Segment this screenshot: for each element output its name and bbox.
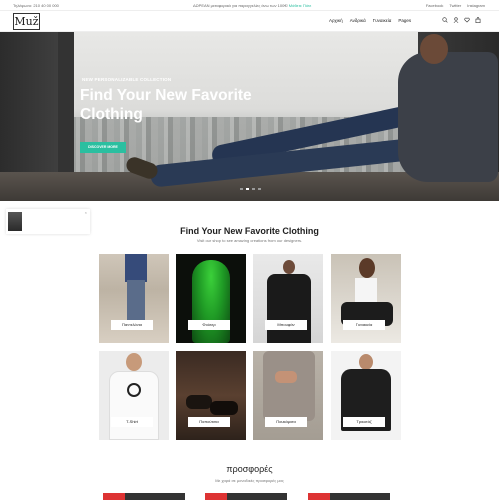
category-photo-head [283,260,295,274]
category-photo-arms [275,371,297,383]
category-tile-women[interactable]: Γυναικεία [331,254,401,343]
offers-title: προσφορές [226,464,273,474]
social-link-twitter[interactable]: Twitter [449,3,461,8]
category-photo-tshirt [109,371,159,440]
category-tile-tshirt[interactable]: T-Shirt [99,351,169,440]
category-label[interactable]: Πουκάμισα [265,417,307,427]
offer-sale-badge [308,493,330,500]
social-link-facebook[interactable]: Facebook [426,3,444,8]
slider-dot-active[interactable] [246,188,249,190]
category-label[interactable]: Παπούτσια [188,417,230,427]
shipping-promo-text: ΔΩΡΕΑΝ μεταφορικά για παραγγελίες άνω τω… [193,3,288,8]
category-photo-hoodie [192,260,230,343]
slider-dot[interactable] [252,188,255,190]
search-icon[interactable] [442,17,448,23]
category-photo-shirt [263,351,315,421]
heart-icon[interactable] [464,17,470,23]
category-photo-jeans [127,280,145,320]
category-photo-shoe-right [210,401,238,415]
category-label[interactable]: Παντελόνια [111,320,153,330]
nav-menu: Αρχική Ανδρικά Γυναικεία Pages [329,18,411,23]
hero-headline: Find Your New Favorite Clothing [80,87,252,123]
category-label[interactable]: Μπουφάν [265,320,307,330]
category-label[interactable]: Φούτερ [188,320,230,330]
hero-slider-dots [240,188,261,190]
category-tile-shoes[interactable]: Παπούτσια [176,351,246,440]
main-navigation: Muž Αρχική Ανδρικά Γυναικεία Pages [0,10,499,32]
category-tile-jackets[interactable]: Μπουφάν [253,254,323,343]
category-tile-pants[interactable]: Παντελόνια [99,254,169,343]
shipping-promo-link[interactable]: Μάθετε Πότε [289,3,312,8]
discover-more-button[interactable]: DISCOVER MORE [80,142,126,153]
site-logo[interactable]: Muž [13,13,40,30]
nav-item-pages[interactable]: Pages [398,18,411,23]
social-link-instagram[interactable]: Instagram [467,3,485,8]
category-tile-shirts[interactable]: Πουκάμισα [253,351,323,440]
top-info-bar: Τηλέφωνο: 210 40 00 000 ΔΩΡΕΑΝ μεταφορικ… [0,0,499,10]
offer-card[interactable] [103,493,185,500]
category-photo-shoe-left [186,395,212,409]
hero-model-torso [398,52,498,182]
offer-card[interactable] [205,493,287,500]
slider-dot[interactable] [240,188,243,190]
category-tile-knitwear[interactable]: Τρικοτάζ [331,351,401,440]
social-links: Facebook Twitter Instagram [426,3,485,8]
shipping-promo: ΔΩΡΕΑΝ μεταφορικά για παραγγελίες άνω τω… [193,3,311,8]
offer-sale-badge [103,493,125,500]
offers-subtitle: Με χαρά σε μοναδικές προσφορές μας [215,478,284,483]
hero-model-head [420,34,448,64]
categories-subtitle: Visit our shop to see amazing creations … [196,238,303,243]
category-photo-head [126,353,142,371]
category-photo-print [127,383,141,397]
slider-dot[interactable] [258,188,261,190]
category-photo-head [359,354,373,370]
category-tile-hoodies[interactable]: Φούτερ [176,254,246,343]
hero-eyebrow: NEW PERSONALIZABLE COLLECTION [82,77,172,82]
category-photo-jacket [267,274,311,343]
categories-title: Find Your New Favorite Clothing [180,226,319,236]
user-icon[interactable] [453,17,459,23]
nav-item-home[interactable]: Αρχική [329,18,343,23]
phone-number: Τηλέφωνο: 210 40 00 000 [13,3,59,8]
category-photo-shirt [125,254,147,282]
category-label[interactable]: Γυναικεία [343,320,385,330]
close-icon[interactable]: × [85,210,87,215]
category-label[interactable]: Τρικοτάζ [343,417,385,427]
nav-item-men[interactable]: Ανδρικά [350,18,366,23]
nav-item-women[interactable]: Γυναικεία [373,18,392,23]
category-label[interactable]: T-Shirt [111,417,153,427]
category-photo-head [359,258,375,278]
offer-card[interactable] [308,493,390,500]
bag-icon[interactable] [475,17,481,23]
offer-sale-badge [205,493,227,500]
nav-icons [442,17,481,23]
